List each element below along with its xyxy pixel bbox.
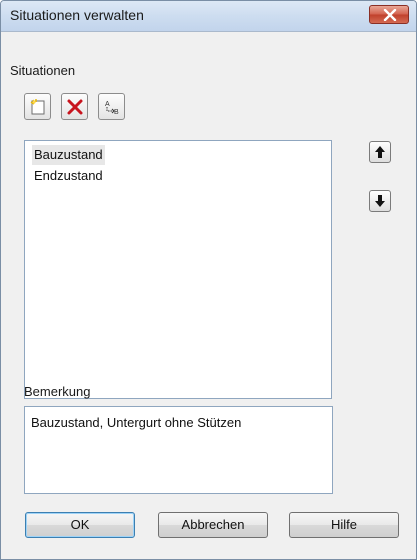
new-document-icon (30, 99, 45, 115)
ok-button[interactable]: OK (25, 512, 135, 538)
arrow-down-icon (375, 195, 385, 207)
dialog-body: Situationen A B Bauzustand Endzustand Be… (1, 32, 416, 559)
list-item-bauzustand[interactable]: Bauzustand (32, 145, 105, 165)
move-up-button[interactable] (369, 141, 391, 163)
svg-text:B: B (114, 109, 119, 116)
delete-situation-button[interactable] (61, 93, 88, 120)
situations-list[interactable]: Bauzustand Endzustand (24, 140, 332, 399)
new-situation-button[interactable] (24, 93, 51, 120)
close-icon (383, 9, 397, 21)
rename-situation-button[interactable]: A B (98, 93, 125, 120)
situations-label: Situationen (10, 63, 76, 78)
move-down-button[interactable] (369, 190, 391, 212)
help-button[interactable]: Hilfe (289, 512, 399, 538)
window-title: Situationen verwalten (10, 7, 144, 23)
delete-x-icon (67, 99, 83, 115)
svg-text:A: A (105, 101, 110, 108)
cancel-button[interactable]: Abbrechen (158, 512, 268, 538)
rename-a-to-b-icon: A B (105, 101, 119, 116)
close-button[interactable] (369, 5, 409, 24)
arrow-up-icon (375, 146, 385, 158)
dialog-window: Situationen verwalten Situationen A B Ba… (0, 0, 417, 560)
title-bar[interactable]: Situationen verwalten (1, 1, 416, 32)
remark-label: Bemerkung (24, 384, 91, 399)
list-item-endzustand[interactable]: Endzustand (32, 166, 105, 186)
remark-field[interactable]: Bauzustand, Untergurt ohne Stützen (24, 406, 333, 494)
